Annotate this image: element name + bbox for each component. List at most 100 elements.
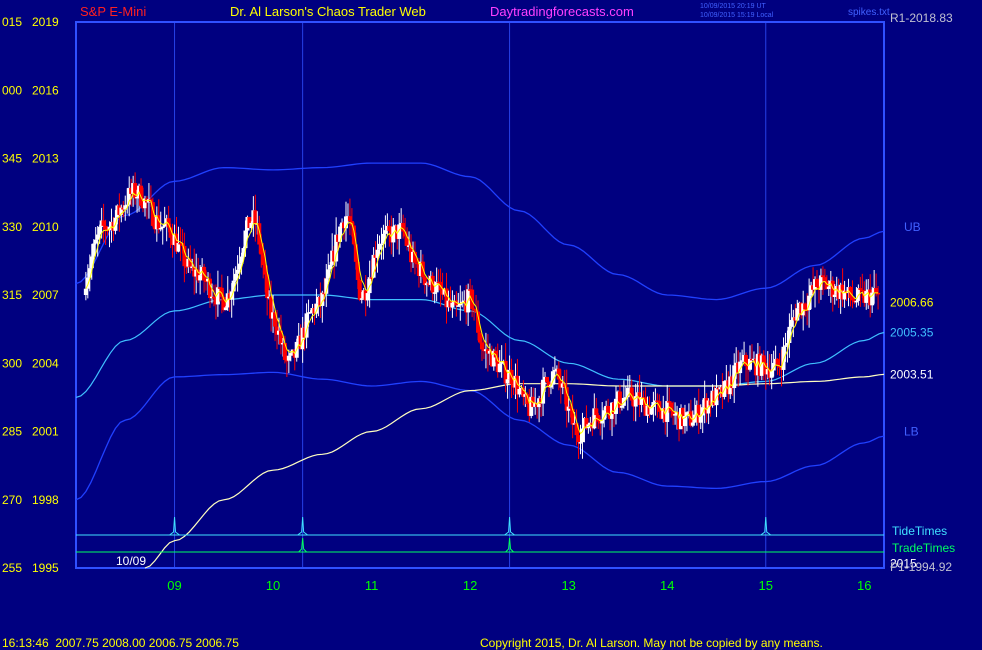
bar-body-374 — [820, 275, 825, 278]
site-url-link[interactable]: Daytradingforecasts.com — [490, 4, 634, 19]
bar-body-177 — [432, 292, 437, 294]
bar-body-371 — [814, 279, 819, 287]
price-chart: S&P E-Mini Dr. Al Larson's Chaos Trader … — [0, 0, 982, 650]
bar-body-189 — [456, 305, 461, 307]
bar-body-154 — [387, 225, 392, 231]
bar-body-401 — [874, 287, 879, 293]
y-tick-right-6: 2001 — [32, 425, 59, 439]
right-label-5: LB — [904, 425, 919, 439]
bar-body-271 — [617, 391, 622, 408]
bar-body-355 — [783, 345, 788, 347]
bar-body-234 — [545, 376, 550, 382]
bar-body-9 — [101, 220, 106, 226]
bar-body-10 — [103, 225, 108, 230]
right-label-1: UB — [904, 220, 921, 234]
right-label-3: 2005.35 — [890, 326, 934, 340]
bar-body-259 — [594, 408, 599, 416]
y-tick-right-3: 2010 — [32, 220, 59, 234]
bar-body-143 — [365, 293, 370, 301]
bar-body-101 — [282, 342, 287, 361]
y-tick-left-5: 300 — [2, 356, 22, 370]
bar-body-156 — [391, 226, 396, 243]
legend-tidetimes: TideTimes — [892, 524, 947, 538]
bar-body-200 — [478, 332, 482, 343]
bar-body-5 — [93, 239, 98, 244]
x-tick-15: 15 — [759, 578, 773, 593]
bar-body-6 — [95, 234, 100, 240]
bar-body-21 — [125, 204, 130, 207]
bar-body-25 — [133, 183, 138, 199]
bar-body-178 — [434, 281, 439, 293]
y-tick-left-1: 000 — [2, 83, 22, 97]
bar-body-333 — [740, 360, 745, 362]
right-label-4: 2003.51 — [890, 367, 934, 381]
bar-body-123 — [326, 269, 331, 279]
bar-body-238 — [552, 369, 557, 372]
bar-body-81 — [243, 230, 248, 249]
bar-body-265 — [606, 405, 611, 414]
timestamp-ut: 10/09/2015 20:19 UT — [700, 3, 766, 10]
right-label-0: R1-2018.83 — [890, 11, 953, 25]
bar-body-391 — [854, 300, 859, 303]
bar-body-393 — [858, 288, 863, 290]
y-tick-right-1: 2016 — [32, 83, 59, 97]
bar-body-380 — [832, 294, 837, 297]
bar-body-220 — [517, 388, 522, 395]
bar-body-129 — [338, 226, 343, 242]
bar-body-272 — [619, 405, 624, 408]
bar-body-308 — [690, 422, 695, 426]
quote-line: 16:13:46 2007.75 2008.00 2006.75 2006.75 — [2, 636, 239, 650]
right-label-2: 2006.66 — [890, 296, 934, 310]
bar-body-196 — [470, 289, 475, 309]
bar-body-26 — [135, 196, 140, 199]
x-tick-11: 11 — [365, 578, 379, 593]
bar-body-114 — [308, 312, 313, 314]
x-tick-12: 12 — [463, 578, 477, 593]
bar-body-377 — [826, 286, 831, 289]
bar-body-86 — [253, 210, 258, 225]
bar-body-197 — [472, 308, 477, 311]
x-tick-13: 13 — [561, 578, 575, 593]
x-tick-16: 16 — [857, 578, 871, 593]
x-tick-09: 09 — [167, 578, 181, 593]
bar-body-186 — [450, 302, 455, 308]
bar-body-201 — [479, 342, 484, 350]
site-title: Dr. Al Larson's Chaos Trader Web — [230, 4, 426, 19]
y-tick-left-7: 270 — [2, 493, 22, 507]
y-tick-left-2: 345 — [2, 152, 22, 166]
y-tick-left-6: 285 — [2, 425, 22, 439]
bar-body-0 — [83, 288, 88, 295]
right-label-7: P1-1994.92 — [890, 560, 952, 574]
bar-body-134 — [347, 216, 352, 222]
bar-body-140 — [359, 298, 364, 300]
bar-body-152 — [383, 230, 388, 234]
bar-body-104 — [288, 353, 293, 356]
bar-body-139 — [357, 280, 362, 300]
bar-body-250 — [576, 435, 581, 443]
y-tick-right-4: 2007 — [32, 288, 59, 302]
start-date-label: 10/09 — [116, 554, 146, 568]
bar-body-358 — [789, 319, 794, 327]
y-tick-right-8: 1995 — [32, 561, 59, 575]
bar-body-39 — [160, 226, 165, 229]
y-tick-left-3: 330 — [2, 220, 22, 234]
y-tick-right-0: 2019 — [32, 15, 59, 29]
y-tick-right-5: 2004 — [32, 356, 59, 370]
bar-body-58 — [198, 275, 203, 281]
y-tick-left-8: 255 — [2, 561, 22, 575]
bar-body-251 — [578, 442, 583, 444]
bar-body-103 — [286, 355, 291, 361]
x-tick-10: 10 — [266, 578, 280, 593]
y-tick-left-4: 315 — [2, 288, 22, 302]
bar-body-296 — [667, 401, 672, 403]
bar-body-38 — [158, 227, 163, 230]
timestamp-local: 10/09/2015 15:19 Local — [700, 12, 774, 19]
bar-body-247 — [570, 408, 575, 425]
bar-body-71 — [223, 307, 228, 311]
bar-body-365 — [803, 303, 808, 310]
bar-body-389 — [850, 297, 855, 301]
bar-body-299 — [673, 413, 678, 416]
bar-body-210 — [497, 363, 502, 373]
legend-tradetimes: TradeTimes — [892, 541, 955, 555]
bar-body-399 — [870, 292, 875, 306]
